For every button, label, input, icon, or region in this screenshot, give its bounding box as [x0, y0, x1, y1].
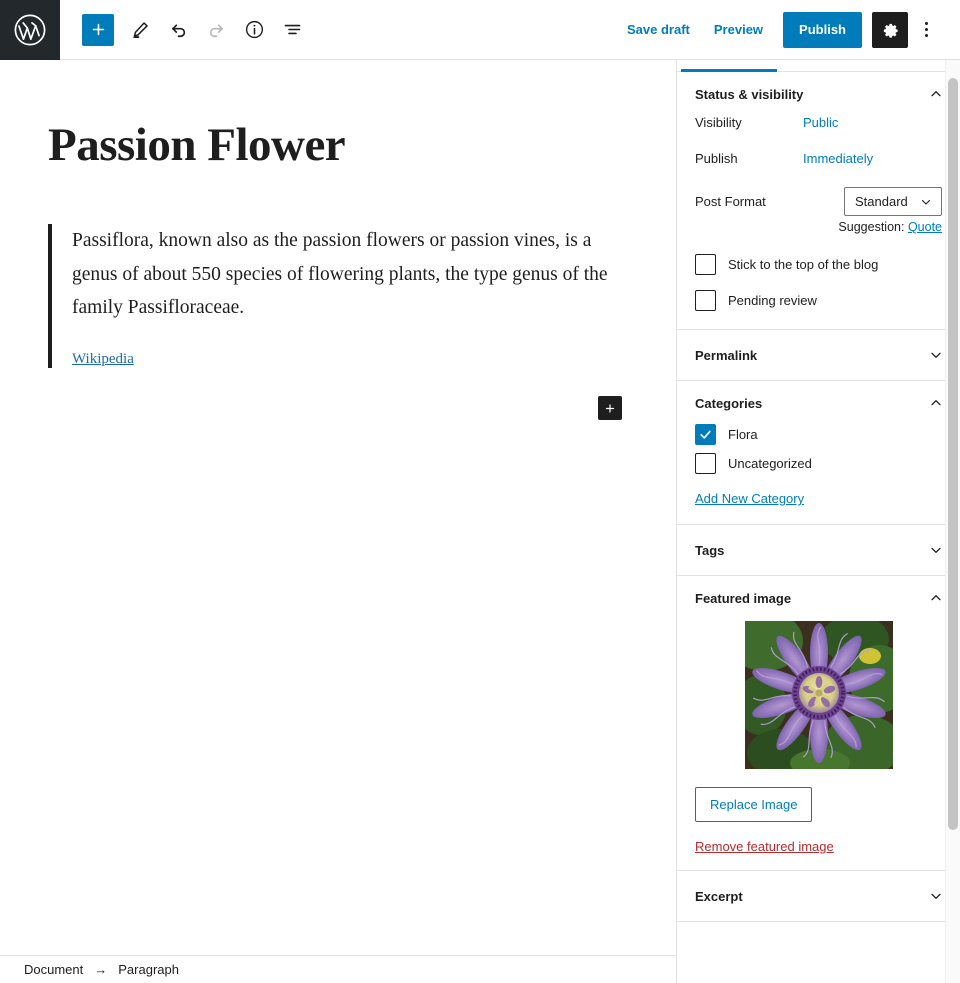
panel-excerpt: Excerpt	[677, 871, 960, 922]
chevron-down-icon	[928, 542, 944, 558]
redo-button[interactable]	[198, 12, 234, 48]
suggestion-prefix: Suggestion:	[838, 220, 905, 234]
quote-text[interactable]: Passiflora, known also as the passion fl…	[72, 224, 628, 325]
panel-toggle-categories[interactable]: Categories	[677, 381, 960, 424]
add-block-button[interactable]	[82, 13, 114, 46]
publish-value-button[interactable]: Immediately	[803, 151, 873, 166]
save-draft-button[interactable]: Save draft	[615, 14, 702, 45]
breadcrumb-separator-icon: →	[94, 962, 108, 977]
list-view-icon[interactable]	[274, 12, 310, 48]
panel-title-status-visibility: Status & visibility	[695, 86, 804, 102]
chevron-down-icon	[919, 195, 933, 209]
featured-image-container	[695, 621, 942, 769]
quote-block[interactable]: Passiflora, known also as the passion fl…	[48, 224, 628, 368]
suggestion-quote-link[interactable]: Quote	[908, 220, 942, 234]
panel-title-categories: Categories	[695, 395, 763, 411]
visibility-label: Visibility	[695, 115, 742, 130]
category-label-uncategorized[interactable]: Uncategorized	[728, 456, 812, 471]
toolbar-right-group: Save draft Preview Publish	[615, 11, 960, 48]
chevron-up-icon	[928, 590, 944, 606]
panel-tags: Tags	[677, 525, 960, 576]
editor-header: Save draft Preview Publish	[0, 0, 960, 60]
panel-toggle-featured-image[interactable]: Featured image	[677, 576, 960, 619]
post-format-selected-value: Standard	[855, 194, 908, 209]
pending-review-checkbox-row[interactable]: Pending review	[695, 290, 942, 311]
sidebar-tab-strip	[677, 60, 960, 72]
sticky-checkbox-row[interactable]: Stick to the top of the blog	[695, 254, 942, 275]
post-format-suggestion: Suggestion: Quote	[695, 220, 942, 234]
publish-button[interactable]: Publish	[783, 11, 862, 48]
sticky-checkbox[interactable]	[695, 254, 716, 275]
wordpress-logo-icon[interactable]	[0, 0, 60, 60]
chevron-up-icon	[928, 395, 944, 411]
replace-image-button[interactable]: Replace Image	[695, 787, 813, 822]
undo-button[interactable]	[160, 12, 196, 48]
block-inserter-button[interactable]	[598, 396, 622, 420]
remove-featured-image-button[interactable]: Remove featured image	[695, 839, 834, 854]
post-format-label: Post Format	[695, 194, 766, 209]
settings-gear-icon[interactable]	[872, 11, 908, 48]
panel-toggle-permalink[interactable]: Permalink	[677, 330, 960, 380]
publish-label: Publish	[695, 151, 738, 166]
add-new-category-button[interactable]: Add New Category	[695, 491, 804, 506]
quote-citation-link[interactable]: Wikipedia	[72, 351, 628, 368]
sidebar-scrollbar-track[interactable]	[945, 60, 960, 983]
category-label-flora[interactable]: Flora	[728, 427, 758, 442]
featured-image-thumbnail[interactable]	[744, 621, 893, 769]
panel-featured-image: Featured image Replace Image Remove feat…	[677, 576, 960, 871]
toolbar-left-group	[60, 12, 310, 48]
chevron-up-icon	[928, 86, 944, 102]
tools-pencil-icon[interactable]	[122, 12, 158, 48]
panel-toggle-excerpt[interactable]: Excerpt	[677, 871, 960, 921]
visibility-value-button[interactable]: Public	[803, 115, 838, 130]
more-options-icon[interactable]	[910, 12, 942, 48]
category-checkbox-flora[interactable]	[695, 424, 716, 445]
sticky-label[interactable]: Stick to the top of the blog	[728, 257, 878, 272]
chevron-down-icon	[928, 347, 944, 363]
panel-categories: Categories Flora Uncategorized Add New C…	[677, 381, 960, 525]
breadcrumb-item-document[interactable]: Document	[22, 960, 85, 979]
panel-body-status-visibility: Visibility Public Publish Immediately Po…	[677, 115, 960, 329]
panel-title-excerpt: Excerpt	[695, 888, 743, 904]
panel-title-featured-image: Featured image	[695, 590, 792, 606]
breadcrumb: Document → Paragraph	[0, 955, 676, 983]
breadcrumb-item-paragraph[interactable]: Paragraph	[116, 960, 181, 979]
sidebar-scrollbar-thumb[interactable]	[948, 78, 958, 830]
category-checkbox-uncategorized[interactable]	[695, 453, 716, 474]
panel-permalink: Permalink	[677, 330, 960, 381]
row-visibility: Visibility Public	[695, 115, 942, 130]
pending-review-checkbox[interactable]	[695, 290, 716, 311]
panel-body-featured-image: Replace Image Remove featured image	[677, 621, 960, 870]
row-post-format: Post Format Standard	[695, 187, 942, 216]
details-info-icon[interactable]	[236, 12, 272, 48]
panel-toggle-tags[interactable]: Tags	[677, 525, 960, 575]
row-publish: Publish Immediately	[695, 151, 942, 166]
editor-canvas[interactable]: Passion Flower Passiflora, known also as…	[0, 60, 676, 955]
panel-toggle-status-visibility[interactable]: Status & visibility	[677, 72, 960, 115]
panel-title-tags: Tags	[695, 542, 725, 558]
chevron-down-icon	[928, 888, 944, 904]
panel-title-permalink: Permalink	[695, 347, 758, 363]
category-row-flora[interactable]: Flora	[695, 424, 942, 445]
page-title[interactable]: Passion Flower	[0, 60, 676, 172]
active-tab-indicator	[681, 69, 777, 72]
panel-body-categories: Flora Uncategorized Add New Category	[677, 424, 960, 524]
settings-sidebar: Status & visibility Visibility Public Pu…	[676, 60, 960, 983]
panel-status-visibility: Status & visibility Visibility Public Pu…	[677, 72, 960, 330]
pending-review-label[interactable]: Pending review	[728, 293, 817, 308]
category-row-uncategorized[interactable]: Uncategorized	[695, 453, 942, 474]
preview-button[interactable]: Preview	[702, 14, 775, 45]
post-format-select[interactable]: Standard	[844, 187, 942, 216]
